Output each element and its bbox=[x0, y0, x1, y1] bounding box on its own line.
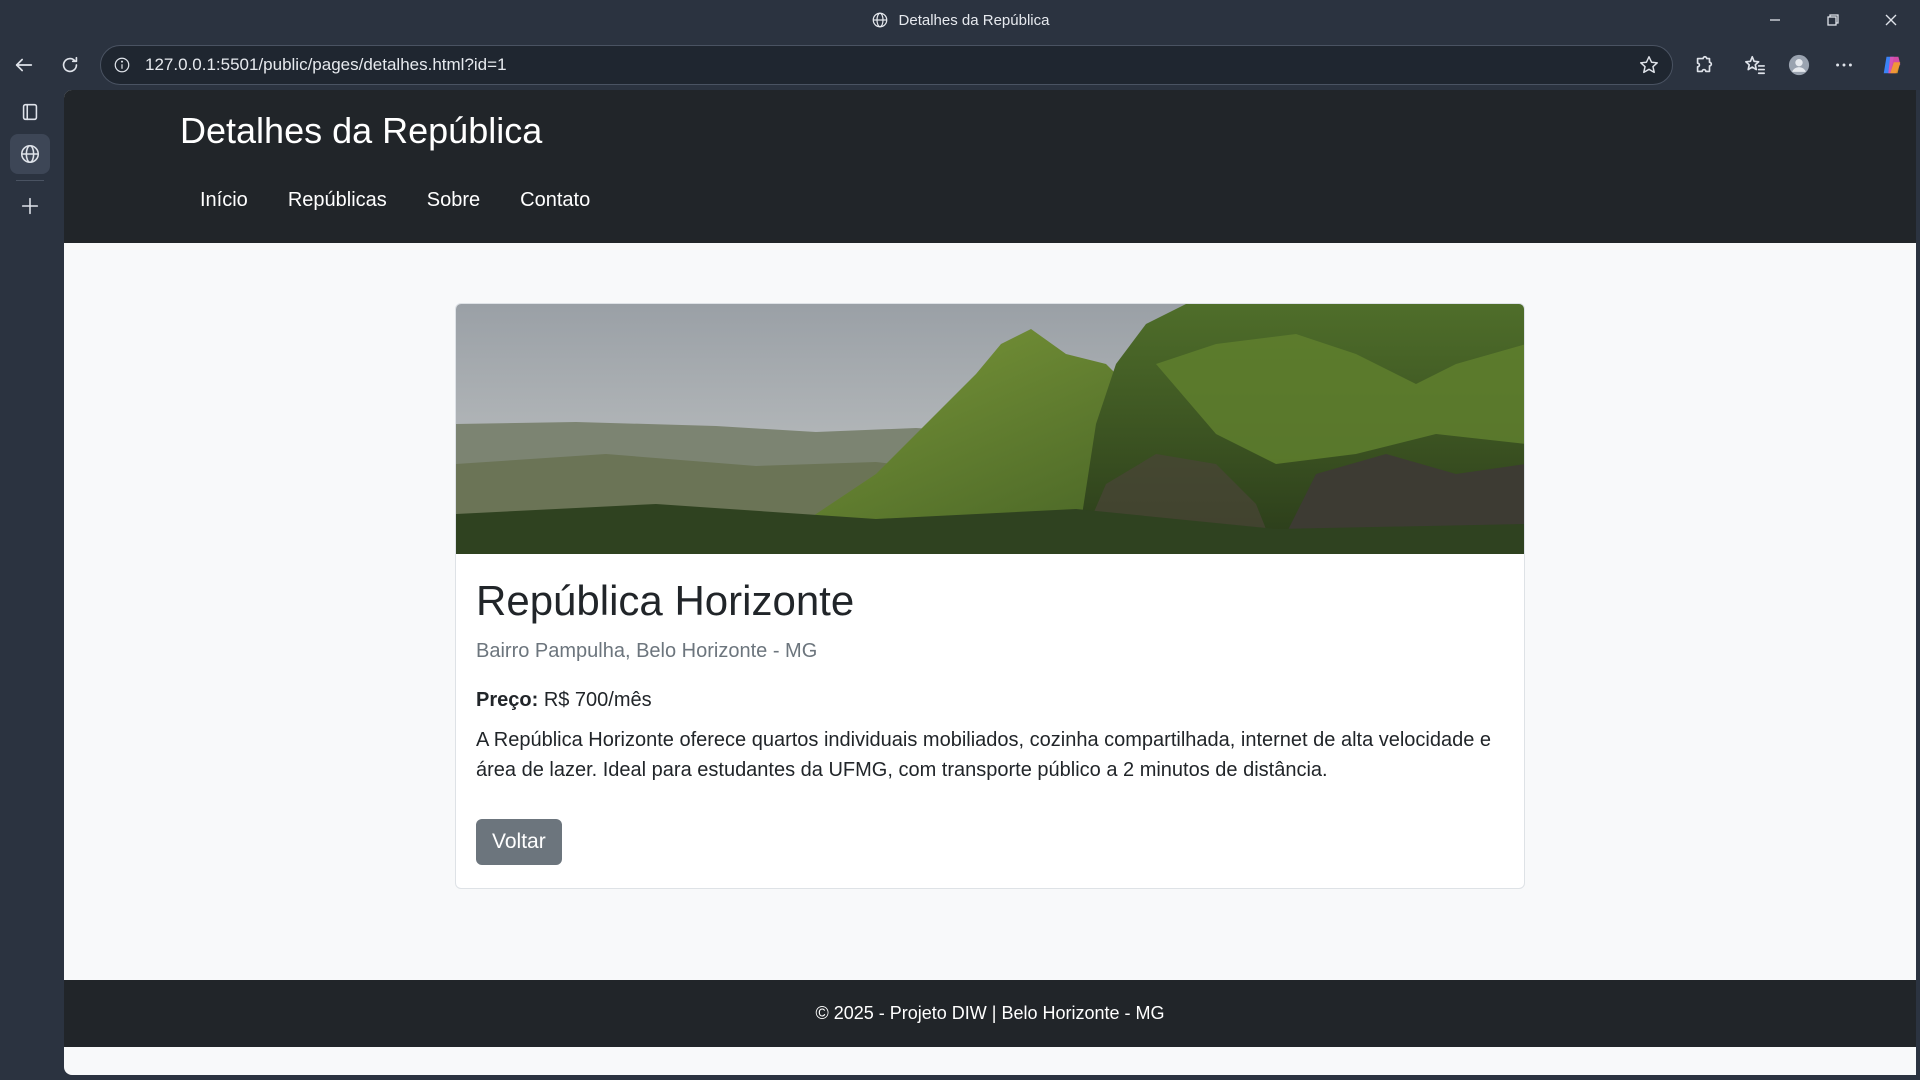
favorite-button[interactable] bbox=[1638, 54, 1660, 76]
republica-photo bbox=[456, 304, 1524, 554]
card-body: República Horizonte Bairro Pampulha, Bel… bbox=[456, 554, 1524, 885]
favorites-button[interactable] bbox=[1737, 47, 1773, 83]
nav-link-sobre[interactable]: Sobre bbox=[407, 186, 500, 214]
star-icon bbox=[1640, 56, 1658, 74]
back-arrow-icon bbox=[15, 58, 33, 72]
extensions-button[interactable] bbox=[1686, 47, 1722, 83]
restore-icon bbox=[1827, 14, 1839, 26]
minimize-button[interactable] bbox=[1746, 0, 1804, 40]
close-window-button[interactable] bbox=[1862, 0, 1920, 40]
republica-name: República Horizonte bbox=[476, 577, 855, 624]
profile-button[interactable] bbox=[1781, 47, 1817, 83]
address-bar[interactable]: 127.0.0.1:5501/public/pages/detalhes.htm… bbox=[100, 45, 1673, 85]
copilot-button[interactable] bbox=[1874, 47, 1910, 83]
new-tab-button[interactable] bbox=[10, 186, 50, 226]
close-icon bbox=[1885, 14, 1897, 26]
browser-sidebar bbox=[0, 90, 64, 1080]
sidebar-divider bbox=[16, 180, 44, 181]
site-header: Detalhes da República Início Repúblicas … bbox=[64, 90, 1916, 243]
page-viewport: Detalhes da República Início Repúblicas … bbox=[64, 90, 1916, 1075]
back-button-voltar[interactable]: Voltar bbox=[476, 819, 562, 865]
site-info-icon[interactable] bbox=[113, 56, 131, 74]
favorites-list-icon bbox=[1745, 55, 1765, 75]
price-label: Preço: bbox=[476, 689, 539, 711]
reload-icon bbox=[62, 56, 78, 73]
window-controls bbox=[1746, 0, 1920, 40]
nav-link-republicas[interactable]: Repúblicas bbox=[268, 186, 407, 214]
more-menu-button[interactable] bbox=[1826, 47, 1862, 83]
nav-link-contato[interactable]: Contato bbox=[500, 186, 610, 214]
site-nav: Início Repúblicas Sobre Contato bbox=[180, 186, 610, 214]
minimize-icon bbox=[1770, 19, 1780, 21]
nav-link-inicio[interactable]: Início bbox=[180, 186, 268, 214]
site-footer: © 2025 - Projeto DIW | Belo Horizonte - … bbox=[64, 980, 1916, 1047]
window-titlebar: Detalhes da República bbox=[0, 0, 1920, 40]
tab-current[interactable] bbox=[10, 134, 50, 174]
window-title: Detalhes da República bbox=[898, 11, 1050, 29]
republica-address: Bairro Pampulha, Belo Horizonte - MG bbox=[476, 640, 818, 662]
back-button[interactable] bbox=[6, 47, 42, 83]
globe-icon bbox=[872, 12, 887, 28]
price-line: Preço: R$ 700/mês bbox=[476, 689, 1504, 712]
url-text[interactable]: 127.0.0.1:5501/public/pages/detalhes.htm… bbox=[145, 55, 507, 75]
copilot-icon bbox=[1883, 56, 1901, 74]
tab-actions-button[interactable] bbox=[10, 92, 50, 132]
restore-button[interactable] bbox=[1804, 0, 1862, 40]
puzzle-icon bbox=[1696, 55, 1713, 73]
ellipsis-icon bbox=[1836, 63, 1852, 67]
price-value: R$ 700/mês bbox=[543, 689, 652, 711]
plus-icon bbox=[21, 197, 39, 215]
site-title: Detalhes da República bbox=[180, 110, 543, 151]
browser-toolbar: 127.0.0.1:5501/public/pages/detalhes.htm… bbox=[0, 40, 1920, 90]
globe-icon bbox=[20, 144, 40, 164]
republica-card: República Horizonte Bairro Pampulha, Bel… bbox=[455, 303, 1525, 889]
republica-description: A República Horizonte oferece quartos in… bbox=[476, 729, 1492, 781]
reload-button[interactable] bbox=[52, 47, 88, 83]
avatar-icon bbox=[1788, 54, 1810, 76]
tabs-panel-icon bbox=[22, 103, 38, 121]
footer-text: © 2025 - Projeto DIW | Belo Horizonte - … bbox=[815, 1003, 1165, 1023]
